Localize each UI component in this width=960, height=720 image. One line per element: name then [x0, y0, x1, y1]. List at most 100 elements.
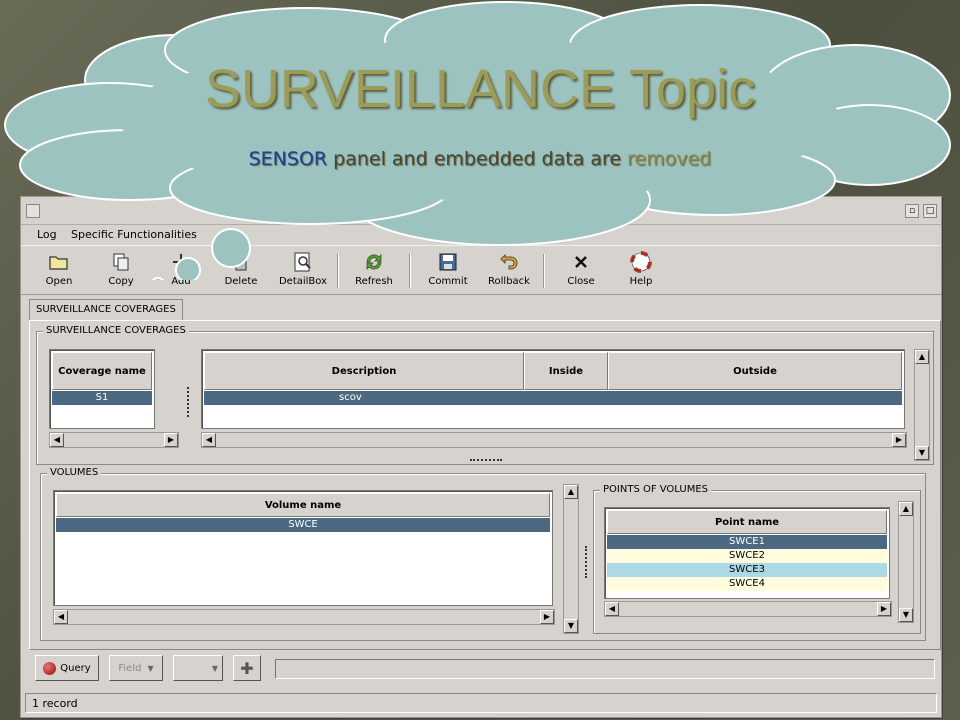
field-label: Field — [118, 662, 142, 674]
points-legend: POINTS OF VOLUMES — [600, 484, 711, 495]
table-row[interactable]: SWCE — [56, 518, 550, 532]
add-button[interactable]: Add — [159, 250, 203, 292]
scroll-down-button[interactable]: ▼ — [899, 608, 913, 622]
lifebuoy-icon — [619, 250, 663, 274]
toolbar-separator — [337, 254, 339, 288]
description-header[interactable]: Description — [204, 352, 524, 390]
query-input[interactable] — [275, 659, 935, 679]
coverage-vscrollbar[interactable]: ▲ ▼ — [914, 349, 930, 461]
commit-label: Commit — [428, 276, 468, 287]
scroll-up-button[interactable]: ▲ — [915, 350, 929, 364]
open-button[interactable]: Open — [37, 250, 81, 292]
scroll-down-button[interactable]: ▼ — [915, 446, 929, 460]
menu-specific-functionalities[interactable]: Specific Functionalities — [71, 228, 197, 241]
description-hscrollbar[interactable]: ◀ ▶ — [201, 432, 907, 448]
points-group: POINTS OF VOLUMES Point name SWCE1 SWCE2… — [593, 484, 921, 634]
close-button[interactable]: Close — [559, 250, 603, 292]
volume-name-header[interactable]: Volume name — [56, 493, 550, 517]
volumes-legend: VOLUMES — [47, 467, 102, 478]
copy-button[interactable]: Copy — [99, 250, 143, 292]
description-cell: scov — [339, 392, 362, 403]
point-name-table: Point name SWCE1 SWCE2 SWCE3 SWCE4 — [604, 507, 890, 599]
scroll-left-button[interactable]: ◀ — [50, 433, 64, 447]
application-window: ▫ □ Log Specific Functionalities Open Co… — [20, 196, 942, 718]
table-row[interactable]: SWCE2 — [607, 549, 887, 563]
operator-dropdown[interactable]: ▼ — [173, 655, 223, 681]
delete-button[interactable]: Delete — [219, 250, 263, 292]
rollback-label: Rollback — [488, 276, 530, 287]
volume-name-table: Volume name SWCE — [53, 490, 553, 606]
scroll-up-button[interactable]: ▲ — [899, 502, 913, 516]
scroll-up-button[interactable]: ▲ — [564, 485, 578, 499]
window-menu-button[interactable] — [26, 204, 40, 218]
coverage-description-table: Description Inside Outside scov — [201, 349, 905, 429]
scroll-right-button[interactable]: ▶ — [540, 610, 554, 624]
volume-vscrollbar[interactable]: ▲ ▼ — [563, 484, 579, 634]
field-dropdown[interactable]: Field ▼ — [109, 655, 163, 681]
tab-panel: SURVEILLANCE COVERAGES Coverage name S1 … — [29, 320, 941, 650]
detailbox-label: DetailBox — [278, 276, 328, 287]
query-button[interactable]: Query — [35, 655, 99, 681]
volumes-group: VOLUMES Volume name SWCE ◀ ▶ ▲ ▼ POINTS … — [40, 467, 926, 641]
scroll-right-button[interactable]: ▶ — [877, 602, 891, 616]
callout-subtitle: SENSOR panel and embedded data are remov… — [0, 148, 960, 170]
folder-icon — [37, 250, 81, 274]
table-row[interactable]: SWCE3 — [607, 563, 887, 577]
toolbar-separator — [409, 254, 411, 288]
menu-bar: Log Specific Functionalities — [21, 225, 941, 245]
inside-header[interactable]: Inside — [524, 352, 608, 390]
add-icon — [159, 250, 203, 274]
table-row[interactable]: scov — [204, 391, 902, 405]
toolbar: Open Copy Add Delete DetailBox Refresh C… — [21, 245, 941, 295]
splitter-handle[interactable] — [470, 459, 502, 462]
scroll-down-button[interactable]: ▼ — [564, 619, 578, 633]
table-row[interactable]: SWCE4 — [607, 577, 887, 591]
coverages-legend: SURVEILLANCE COVERAGES — [43, 325, 189, 336]
trash-icon — [219, 250, 263, 274]
point-vscrollbar[interactable]: ▲ ▼ — [898, 501, 914, 623]
callout-title: SURVEILLANCE Topic — [204, 59, 756, 119]
coverage-name-table: Coverage name S1 — [49, 349, 155, 429]
copy-label: Copy — [108, 276, 134, 287]
detailbox-button[interactable]: DetailBox — [275, 250, 331, 292]
commit-button[interactable]: Commit — [423, 250, 473, 292]
help-button[interactable]: Help — [619, 250, 663, 292]
callout-keyword: SENSOR — [248, 148, 328, 170]
refresh-button[interactable]: Refresh — [349, 250, 399, 292]
minimize-button[interactable]: ▫ — [905, 204, 919, 218]
outside-header[interactable]: Outside — [608, 352, 902, 390]
add-label: Add — [171, 276, 191, 287]
toolbar-separator — [543, 254, 545, 288]
chevron-down-icon: ▼ — [211, 663, 218, 673]
point-name-header[interactable]: Point name — [607, 510, 887, 534]
point-hscrollbar[interactable]: ◀ ▶ — [604, 601, 892, 617]
refresh-label: Refresh — [355, 276, 393, 287]
splitter-handle[interactable] — [585, 546, 589, 578]
scroll-left-button[interactable]: ◀ — [54, 610, 68, 624]
plus-icon: ✚ — [240, 658, 254, 678]
delete-label: Delete — [224, 276, 258, 287]
coverage-name-header[interactable]: Coverage name — [52, 352, 152, 390]
tab-surveillance-coverages[interactable]: SURVEILLANCE COVERAGES — [29, 299, 183, 321]
table-row[interactable]: S1 — [52, 391, 152, 405]
maximize-button[interactable]: □ — [923, 204, 937, 218]
refresh-icon — [349, 250, 399, 274]
scroll-right-button[interactable]: ▶ — [164, 433, 178, 447]
table-row[interactable]: SWCE1 — [607, 535, 887, 549]
scroll-right-button[interactable]: ▶ — [892, 433, 906, 447]
callout-removed: removed — [627, 148, 712, 170]
status-bar: 1 record — [25, 693, 937, 713]
menu-log[interactable]: Log — [37, 228, 57, 241]
scroll-left-button[interactable]: ◀ — [605, 602, 619, 616]
coverage-hscrollbar[interactable]: ◀ ▶ — [49, 432, 179, 448]
volume-hscrollbar[interactable]: ◀ ▶ — [53, 609, 555, 625]
rollback-button[interactable]: Rollback — [483, 250, 535, 292]
splitter-handle[interactable] — [187, 387, 191, 417]
title-bar: ▫ □ — [21, 197, 941, 225]
callout-text: panel and embedded data are — [327, 148, 628, 170]
query-label: Query — [60, 662, 91, 674]
add-criteria-button[interactable]: ✚ — [233, 655, 261, 681]
open-label: Open — [45, 276, 73, 287]
close-label: Close — [567, 276, 595, 287]
scroll-left-button[interactable]: ◀ — [202, 433, 216, 447]
